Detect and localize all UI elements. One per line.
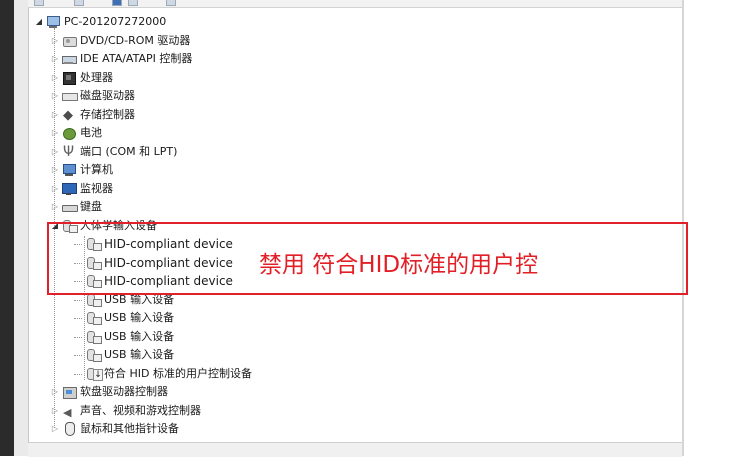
tree-item-label: 存储控制器 [80,108,135,121]
battery-icon [61,126,77,140]
storage-controller-icon [61,107,77,125]
mouse-icon [61,422,77,436]
expand-arrow-icon[interactable]: ▷ [50,87,60,105]
tree-item-label: 处理器 [80,71,113,84]
tree-item-sound[interactable]: ▷ 声音、视频和游戏控制器 [50,402,201,422]
keyboard-icon [61,200,78,214]
tree-item-label: 鼠标和其他指针设备 [80,422,179,435]
expand-arrow-icon[interactable]: ▷ [50,198,60,216]
port-icon [61,143,77,161]
collapse-arrow-icon[interactable]: ◢ [34,13,44,31]
tree-item-battery[interactable]: ▷ 电池 [50,124,102,142]
tree-item-label: USB 输入设备 [104,348,175,361]
tree-item-ports[interactable]: ▷ 端口 (COM 和 LPT) [50,143,177,161]
tree-item-mouse[interactable]: ▷ 鼠标和其他指针设备 [50,420,179,438]
tree-item-label: DVD/CD-ROM 驱动器 [80,34,191,47]
tree-root-label: PC-201207272000 [64,15,167,28]
expand-arrow-icon[interactable]: ▷ [50,50,60,68]
expand-arrow-icon[interactable]: ▷ [50,32,60,50]
tree-item-label: USB 输入设备 [104,330,175,343]
tree-item-dvd[interactable]: ▷ DVD/CD-ROM 驱动器 [50,32,190,50]
tree-item-label: 软盘驱动器控制器 [80,385,168,398]
toolbar-button-icon[interactable] [166,0,176,6]
processor-icon [61,71,77,85]
tree-branch [74,373,82,375]
tree-branch [74,299,82,301]
tree-item-label: IDE ATA/ATAPI 控制器 [80,52,193,65]
tree-item-hid-control-device[interactable]: 符合 HID 标准的用户控制设备 [74,365,252,383]
toolbar [28,0,682,8]
sound-icon [61,404,77,422]
computer-icon [45,15,61,29]
tree-item-processor[interactable]: ▷ 处理器 [50,69,113,87]
tree-item-usb-input[interactable]: USB 输入设备 [74,309,174,327]
usb-input-icon [85,293,102,307]
tree-item-label: 磁盘驱动器 [80,89,135,102]
toolbar-button-icon[interactable] [74,0,84,6]
tree-item-computer[interactable]: ▷ 计算机 [50,161,113,179]
toolbar-button-icon[interactable] [34,0,44,6]
computer-icon [61,163,77,177]
ide-controller-icon [61,52,77,66]
tree-item-label: 监视器 [80,182,113,195]
tree-item-label: 符合 HID 标准的用户控制设备 [104,367,252,380]
toolbar-button-icon[interactable] [128,0,138,6]
expand-arrow-icon[interactable]: ▷ [50,420,60,438]
expand-arrow-icon[interactable]: ▷ [50,106,60,124]
tree-item-label: 端口 (COM 和 LPT) [80,145,178,158]
tree-item-label: 计算机 [80,163,113,176]
tree-branch [74,336,82,338]
tree-item-disk[interactable]: ▷ 磁盘驱动器 [50,87,135,105]
tree-item-usb-input[interactable]: USB 输入设备 [74,328,174,346]
tree-item-monitor[interactable]: ▷ 监视器 [50,180,113,198]
tree-item-ide[interactable]: ▷ IDE ATA/ATAPI 控制器 [50,50,192,68]
expand-arrow-icon[interactable]: ▷ [50,69,60,87]
disk-drive-icon [61,89,78,103]
tree-item-label: 键盘 [80,200,102,213]
expand-arrow-icon[interactable]: ▷ [50,161,60,179]
tree-item-label: 声音、视频和游戏控制器 [80,404,201,417]
tree-item-keyboard[interactable]: ▷ 键盘 [50,198,102,216]
status-bar [28,442,682,457]
window-frame [14,0,29,456]
monitor-icon [61,182,77,196]
toolbar-button-icon[interactable] [112,0,122,6]
expand-arrow-icon[interactable]: ▷ [50,402,60,420]
usb-input-icon [85,348,102,362]
tree-item-usb-input[interactable]: USB 输入设备 [74,346,174,364]
tree-item-storage[interactable]: ▷ 存储控制器 [50,106,135,125]
tree-root[interactable]: ◢ PC-201207272000 [34,13,166,31]
usb-input-icon [85,311,102,325]
expand-arrow-icon[interactable]: ▷ [50,124,60,142]
window-border-left [0,0,14,456]
tree-item-floppy-controller[interactable]: ▷ 软盘驱动器控制器 [50,383,168,401]
dvd-drive-icon [61,34,77,48]
floppy-controller-icon [61,385,77,399]
expand-arrow-icon[interactable]: ▷ [50,383,60,401]
annotation-text: 禁用 符合HID标准的用户控 [259,252,539,278]
expand-arrow-icon[interactable]: ▷ [50,143,60,161]
tree-branch [74,317,82,319]
tree-branch [74,354,82,356]
usb-input-icon [85,330,102,344]
tree-item-label: 电池 [80,126,102,139]
tree-item-label: USB 输入设备 [104,311,175,324]
hid-control-disabled-icon [85,367,103,381]
expand-arrow-icon[interactable]: ▷ [50,180,60,198]
